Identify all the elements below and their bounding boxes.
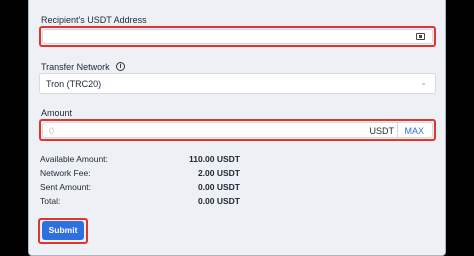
summary-value: 110.00 USDT (188, 154, 240, 164)
summary-value: 0.00 USDT (197, 182, 240, 192)
recipient-address-label: Recipient's USDT Address (41, 15, 147, 25)
chevron-down-icon: ⌄ (420, 78, 427, 87)
amount-label: Amount (41, 108, 73, 118)
summary-row-available: Available Amount: 110.00 USDT (40, 154, 240, 165)
amount-placeholder: 0 (49, 126, 55, 136)
address-card-icon[interactable] (416, 33, 425, 40)
summary-row-network-fee: Network Fee: 2.00 USDT (40, 168, 240, 179)
summary-label: Total: (40, 196, 61, 206)
transfer-network-select[interactable]: Tron (TRC20) ⌄ (39, 73, 436, 94)
submit-button[interactable]: Submit (42, 221, 84, 240)
transfer-network-label: Transfer Network (41, 62, 110, 72)
info-icon[interactable]: i (116, 62, 125, 71)
summary-row-sent-amount: Sent Amount: 0.00 USDT (40, 182, 240, 193)
amount-unit: USDT (369, 126, 395, 136)
summary-row-total: Total: 0.00 USDT (40, 196, 240, 207)
summary-value: 0.00 USDT (197, 196, 240, 206)
max-button[interactable]: MAX (404, 126, 424, 136)
transfer-form-panel: Recipient's USDT Address Transfer Networ… (28, 0, 446, 256)
summary-value: 2.00 USDT (197, 168, 240, 178)
network-selected-value: Tron (TRC20) (46, 79, 102, 89)
summary-label: Sent Amount: (40, 182, 92, 192)
summary-label: Available Amount: (40, 154, 108, 164)
summary-label: Network Fee: (40, 168, 91, 178)
recipient-address-input[interactable] (42, 29, 433, 44)
amount-input[interactable]: 0 USDT MAX (42, 122, 433, 138)
max-divider (397, 123, 398, 137)
